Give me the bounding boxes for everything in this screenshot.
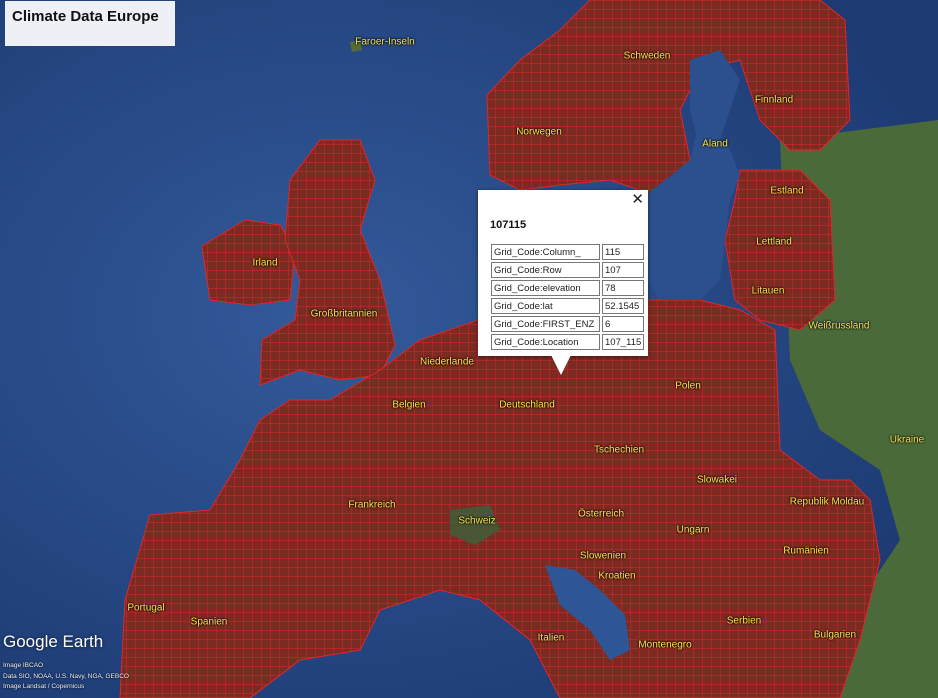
attr-value: 52.1545: [602, 298, 645, 314]
country-label: Belgien: [392, 399, 426, 411]
table-row: Grid_Code:elevation 78: [491, 280, 645, 296]
country-label: Litauen: [751, 285, 785, 297]
table-row: Grid_Code:Row 107: [491, 262, 645, 278]
attr-key: Grid_Code:Location: [491, 334, 600, 350]
country-label: Finnland: [754, 94, 794, 106]
title-panel: Climate Data Europe: [5, 1, 175, 46]
country-label: Österreich: [577, 508, 625, 520]
table-row: Grid_Code:FIRST_ENZ 6: [491, 316, 645, 332]
country-label: Republik Moldau: [789, 496, 865, 508]
country-label: Ukraine: [889, 434, 925, 446]
country-label: Norwegen: [516, 126, 562, 138]
google-earth-logo: Google Earth: [3, 632, 104, 651]
attr-value: 6: [602, 316, 645, 332]
attr-key: Grid_Code:elevation: [491, 280, 600, 296]
country-label: Bulgarien: [813, 629, 857, 641]
credit-line: Image Landsat / Copernicus: [3, 683, 85, 690]
close-icon[interactable]: ✕: [631, 192, 644, 208]
popup-title: 107115: [490, 219, 527, 231]
country-label: Serbien: [726, 615, 762, 627]
attr-key: Grid_Code:FIRST_ENZ: [491, 316, 600, 332]
country-label: Schweden: [623, 50, 671, 62]
country-label: Tschechien: [593, 444, 645, 456]
country-label: Italien: [537, 632, 565, 644]
country-label: Kroatien: [598, 570, 636, 582]
country-label: Niederlande: [420, 356, 474, 368]
map-canvas[interactable]: [0, 0, 938, 698]
attr-value: 107_115: [602, 334, 645, 350]
popup-pointer: [551, 355, 571, 375]
table-row: Grid_Code:Location 107_115: [491, 334, 645, 350]
country-label: Spanien: [190, 616, 228, 628]
country-label: Rumänien: [783, 545, 829, 557]
credit-line: Data SIO, NOAA, U.S. Navy, NGA, GEBCO: [3, 672, 129, 680]
country-label: Slowakei: [696, 474, 738, 486]
imagery-credits: Image IBCAO Data SIO, NOAA, U.S. Navy, N…: [3, 661, 129, 693]
country-label: Aland: [702, 138, 728, 150]
attr-value: 107: [602, 262, 645, 278]
country-label: Lettland: [756, 236, 792, 248]
country-label: Deutschland: [499, 399, 555, 411]
credit-line: Image IBCAO: [3, 662, 44, 669]
table-row: Grid_Code:lat 52.1545: [491, 298, 645, 314]
country-label: Estland: [770, 185, 804, 197]
attr-key: Grid_Code:Row: [491, 262, 600, 278]
table-row: Grid_Code:Column_ 115: [491, 244, 645, 260]
info-popup: ✕ 107115 Grid_Code:Column_ 115 Grid_Code…: [478, 190, 648, 356]
country-label: Slowenien: [579, 550, 627, 562]
country-label: Weißrussland: [808, 320, 870, 332]
country-label: Portugal: [127, 602, 165, 614]
country-label: Ungarn: [676, 524, 710, 536]
attr-key: Grid_Code:lat: [491, 298, 600, 314]
app-title: Climate Data Europe: [12, 8, 159, 25]
country-label: Irland: [252, 257, 278, 269]
attr-value: 78: [602, 280, 645, 296]
country-label: Faroer-Inseln: [355, 36, 415, 48]
country-label: Schweiz: [458, 515, 496, 527]
attr-value: 115: [602, 244, 645, 260]
country-label: Polen: [675, 380, 701, 392]
attr-key: Grid_Code:Column_: [491, 244, 600, 260]
attribute-table: Grid_Code:Column_ 115 Grid_Code:Row 107 …: [489, 242, 646, 352]
country-label: Frankreich: [348, 499, 396, 511]
country-label: Großbritannien: [310, 308, 378, 320]
map-view[interactable]: [0, 0, 938, 698]
country-label: Montenegro: [638, 639, 692, 651]
